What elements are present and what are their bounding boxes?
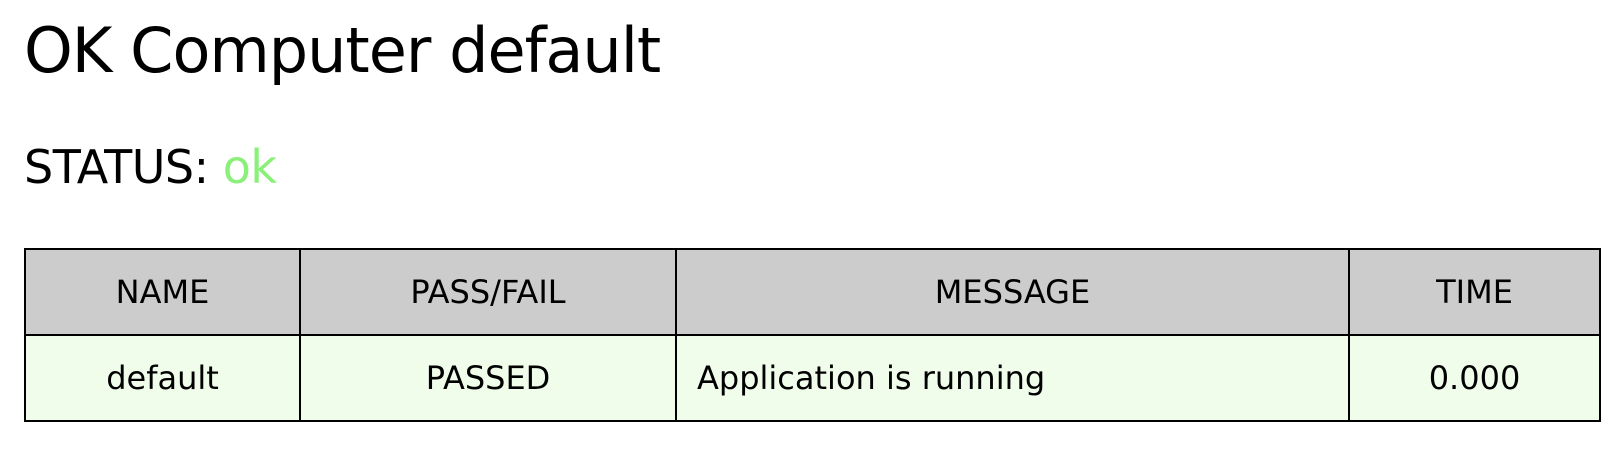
column-header-time: TIME: [1348, 248, 1601, 336]
page-title: OK Computer default: [24, 14, 661, 87]
results-table: NAME PASS/FAIL MESSAGE TIME default PASS…: [24, 248, 1601, 422]
cell-result: PASSED: [299, 334, 677, 422]
status-value: ok: [222, 140, 277, 194]
status-line: STATUS: ok: [24, 140, 277, 195]
status-label: STATUS:: [24, 140, 209, 194]
cell-name: default: [24, 334, 301, 422]
column-header-message: MESSAGE: [675, 248, 1350, 336]
table-header-row: NAME PASS/FAIL MESSAGE TIME: [24, 248, 1601, 336]
cell-time: 0.000: [1348, 334, 1601, 422]
table-row: default PASSED Application is running 0.…: [24, 334, 1601, 422]
column-header-pass-fail: PASS/FAIL: [299, 248, 677, 336]
cell-message: Application is running: [675, 334, 1350, 422]
column-header-name: NAME: [24, 248, 301, 336]
